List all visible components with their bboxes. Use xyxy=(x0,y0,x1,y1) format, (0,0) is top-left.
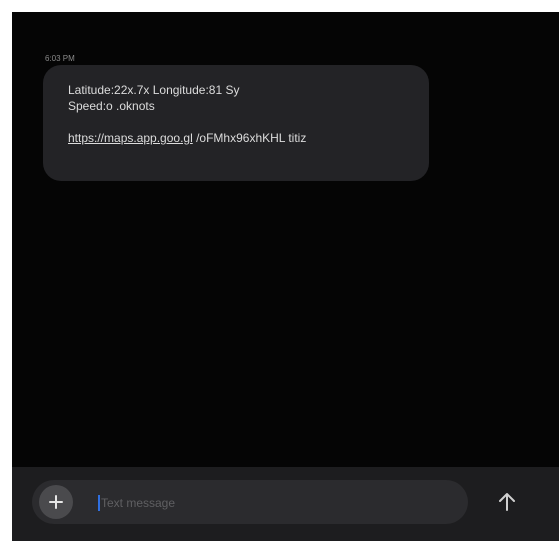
message-line-speed: Speed:o .oknots xyxy=(68,99,155,113)
arrow-up-icon xyxy=(499,493,515,511)
message-input-field[interactable]: Text message xyxy=(32,480,468,524)
message-input-placeholder: Text message xyxy=(101,496,176,510)
messages-screen: 6:03 PM Latitude:22x.7x Longitude:81 Sy … xyxy=(12,12,559,541)
plus-icon xyxy=(49,495,63,509)
message-line-link: https://maps.app.goo.gl /oFMhx96xhKHL ti… xyxy=(68,130,407,146)
message-line-location: Latitude:22x.7x Longitude:81 Sy xyxy=(68,83,240,97)
text-cursor xyxy=(98,495,100,511)
send-button[interactable] xyxy=(492,487,522,517)
incoming-message-bubble[interactable]: Latitude:22x.7x Longitude:81 Sy Speed:o … xyxy=(43,65,429,181)
maps-link[interactable]: https://maps.app.goo.gl xyxy=(68,131,193,145)
link-suffix-text: /oFMhx96xhKHL titiz xyxy=(192,131,307,145)
message-timestamp: 6:03 PM xyxy=(45,54,75,63)
composer-bar: Text message xyxy=(12,467,559,541)
add-attachment-button[interactable] xyxy=(39,485,73,519)
